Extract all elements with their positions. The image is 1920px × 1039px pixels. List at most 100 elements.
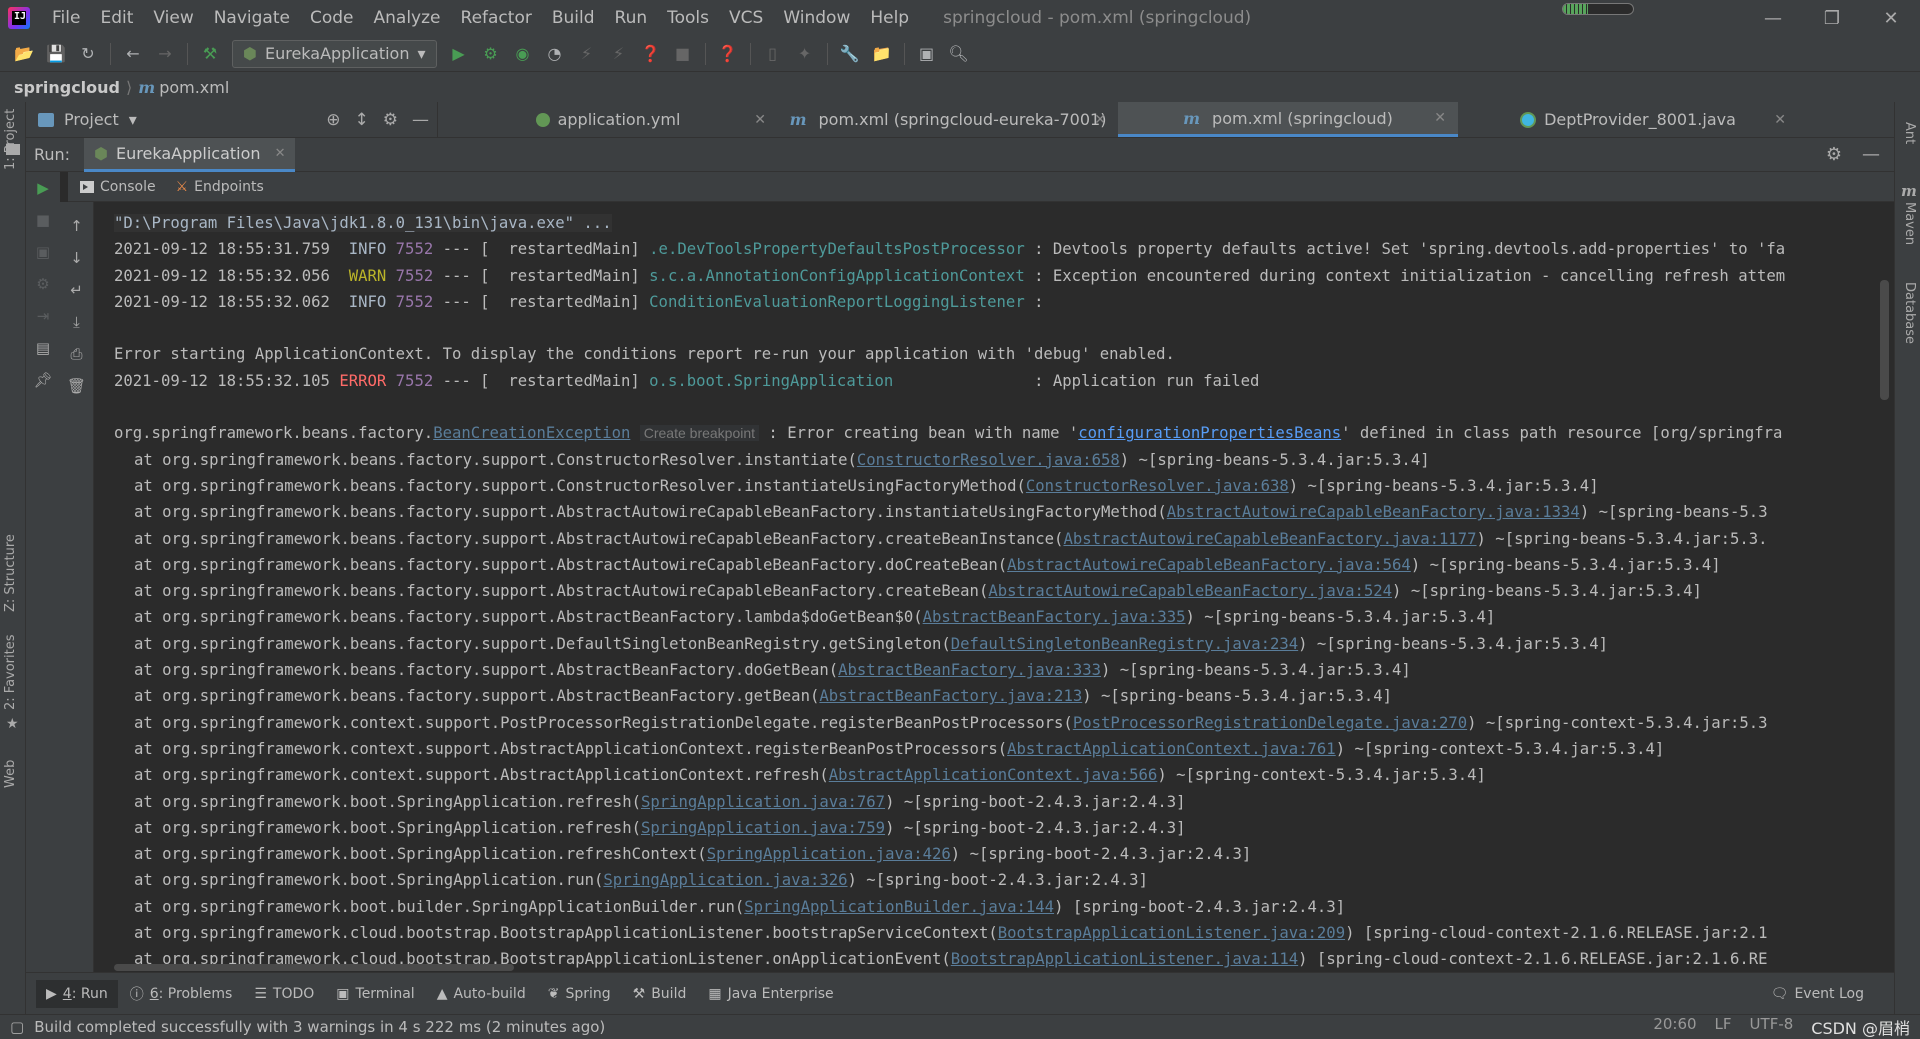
open-folder-icon[interactable]: 📂	[11, 41, 37, 67]
close-window-button[interactable]: ✕	[1862, 0, 1920, 36]
menu-item[interactable]: Refactor	[451, 0, 542, 36]
breadcrumb-project[interactable]: springcloud	[14, 78, 120, 97]
source-link[interactable]: AbstractAutowireCapableBeanFactory.java:…	[1007, 556, 1411, 574]
tool-window-play[interactable]: ▶ 4: Run	[36, 979, 118, 1008]
source-link[interactable]: AbstractAutowireCapableBeanFactory.java:…	[988, 582, 1392, 600]
print-icon[interactable]: ⎙	[67, 344, 87, 364]
source-link[interactable]: AbstractBeanFactory.java:335	[923, 608, 1186, 626]
pin-icon[interactable]: 📌︎	[33, 370, 53, 390]
structure-tool-button[interactable]: Z: Structure	[3, 534, 18, 612]
caret-position[interactable]: 20:60	[1653, 1015, 1696, 1039]
source-link[interactable]: BootstrapApplicationListener.java:209	[998, 924, 1345, 942]
gear-icon[interactable]: ⚙	[1826, 144, 1842, 165]
arrow-down-icon[interactable]: ↓	[67, 248, 87, 268]
ant-tool-button[interactable]: Ant	[1902, 122, 1917, 144]
source-link[interactable]: AbstractBeanFactory.java:213	[819, 687, 1082, 705]
menu-item[interactable]: Tools	[657, 0, 719, 36]
plugin-icon[interactable]: ✦	[792, 41, 818, 67]
event-log-button[interactable]: 🗨︎ Event Log	[1771, 986, 1864, 1002]
tool-window-terminal[interactable]: ▣ Terminal	[326, 980, 424, 1008]
camera-icon[interactable]: ▣	[33, 242, 53, 262]
collapse-icon[interactable]: ↕	[355, 110, 369, 130]
exception-class-link[interactable]: BeanCreationException	[433, 424, 630, 442]
tool-window-autobuild[interactable]: ▲ Auto-build	[427, 980, 536, 1008]
line-separator[interactable]: LF	[1715, 1015, 1732, 1039]
tab-console[interactable]: Console	[80, 179, 156, 195]
layout-icon[interactable]: ▤	[33, 338, 53, 358]
window-icon[interactable]: ▣	[914, 41, 940, 67]
create-breakpoint-hint[interactable]: Create breakpoint	[639, 425, 760, 442]
wrench-icon[interactable]: 🔧	[837, 41, 863, 67]
menu-item[interactable]: Run	[605, 0, 658, 36]
menu-item[interactable]: File	[42, 0, 90, 36]
source-link[interactable]: SpringApplicationBuilder.java:144	[744, 898, 1054, 916]
attach-icon[interactable]: ⚡	[574, 41, 600, 67]
source-link[interactable]: ConstructorResolver.java:638	[1026, 477, 1289, 495]
locate-icon[interactable]: ⊕	[326, 110, 340, 130]
gear-icon[interactable]: ⚙	[383, 110, 398, 130]
source-link[interactable]: SpringApplication.java:759	[641, 819, 885, 837]
restore-button[interactable]: ❐	[1803, 0, 1861, 36]
menu-item[interactable]: Edit	[90, 0, 143, 36]
chevron-down-icon[interactable]: ▾	[129, 110, 137, 129]
rerun-icon[interactable]: ▶	[33, 178, 53, 198]
tool-window-problems[interactable]: ⓘ 6: Problems	[120, 980, 243, 1008]
project-structure-icon[interactable]: 📁	[869, 41, 895, 67]
device-icon[interactable]: ▯	[760, 41, 786, 67]
project-tool-header[interactable]: Project ▾ ⊕ ↕ ⚙ —	[26, 102, 438, 137]
scroll-to-end-icon[interactable]: ⤓	[67, 312, 87, 332]
bean-name-link[interactable]: configurationPropertiesBeans	[1078, 424, 1341, 442]
console-vertical-scrollbar[interactable]	[1880, 280, 1889, 400]
source-link[interactable]: AbstractAutowireCapableBeanFactory.java:…	[1167, 503, 1580, 521]
maven-tool-button[interactable]: Maven	[1902, 202, 1917, 245]
editor-tab[interactable]: DeptProvider_8001.java ✕	[1458, 102, 1798, 137]
sync-icon[interactable]: ↻	[75, 41, 101, 67]
run-icon[interactable]: ▶	[446, 41, 472, 67]
editor-tab[interactable]: application.yml ✕	[438, 102, 778, 137]
arrow-up-icon[interactable]: ↑	[67, 216, 87, 236]
source-link[interactable]: AbstractApplicationContext.java:566	[829, 766, 1158, 784]
profile-icon[interactable]: ◔	[542, 41, 568, 67]
exit-icon[interactable]: ⇥	[33, 306, 53, 326]
hide-panel-icon[interactable]: —	[1862, 144, 1880, 165]
editor-tab[interactable]: m pom.xml (springcloud-eureka-7001) ✕	[778, 102, 1118, 137]
source-link[interactable]: AbstractAutowireCapableBeanFactory.java:…	[1063, 530, 1476, 548]
file-encoding[interactable]: UTF-8	[1750, 1015, 1794, 1039]
breadcrumb-file[interactable]: pom.xml	[159, 78, 229, 97]
debug-icon[interactable]: ⚙	[478, 41, 504, 67]
status-toggle-icon[interactable]: ▢	[10, 1018, 24, 1036]
source-link[interactable]: DefaultSingletonBeanRegistry.java:234	[951, 635, 1298, 653]
source-link[interactable]: AbstractApplicationContext.java:761	[1007, 740, 1336, 758]
close-icon[interactable]: ✕	[1434, 110, 1446, 126]
memory-indicator[interactable]	[1562, 3, 1634, 15]
back-arrow-icon[interactable]: ←	[120, 41, 146, 67]
debug-icon[interactable]: ⚙	[33, 274, 53, 294]
tool-window-spring[interactable]: ❦ Spring	[538, 980, 621, 1008]
console-output[interactable]: "D:\Program Files\Java\jdk1.8.0_131\bin\…	[94, 202, 1882, 972]
stop-icon[interactable]: ■	[670, 41, 696, 67]
status-message[interactable]: Build completed successfully with 3 warn…	[34, 1018, 605, 1036]
menu-item[interactable]: View	[143, 0, 203, 36]
favorites-tool-button[interactable]: 2: Favorites	[3, 634, 18, 710]
editor-tab[interactable]: m pom.xml (springcloud) ✕	[1118, 102, 1458, 137]
build-hammer-icon[interactable]: ⚒	[197, 41, 223, 67]
menu-item[interactable]: VCS	[719, 0, 773, 36]
tool-window-todo[interactable]: ☰ TODO	[244, 980, 324, 1008]
source-link[interactable]: ConstructorResolver.java:658	[857, 451, 1120, 469]
forward-arrow-icon[interactable]: →	[152, 41, 178, 67]
close-icon[interactable]: ✕	[275, 146, 286, 161]
database-tool-button[interactable]: Database	[1902, 282, 1917, 344]
run-tab-eureka[interactable]: ⬢ EurekaApplication ✕	[84, 137, 296, 172]
close-icon[interactable]: ✕	[1094, 112, 1106, 128]
console-horizontal-scrollbar[interactable]	[114, 964, 514, 971]
web-tool-button[interactable]: Web	[3, 760, 18, 788]
menu-item[interactable]: Analyze	[364, 0, 451, 36]
menu-item[interactable]: Build	[542, 0, 605, 36]
run-configuration-select[interactable]: ⬢ EurekaApplication ▾	[232, 39, 437, 68]
menu-item[interactable]: Code	[300, 0, 364, 36]
help-icon[interactable]: ❓	[715, 41, 741, 67]
source-link[interactable]: SpringApplication.java:326	[603, 871, 847, 889]
stop-icon[interactable]: ■	[33, 210, 53, 230]
search-icon[interactable]: 🔍︎	[946, 41, 972, 67]
update-icon[interactable]: ❓	[638, 41, 664, 67]
